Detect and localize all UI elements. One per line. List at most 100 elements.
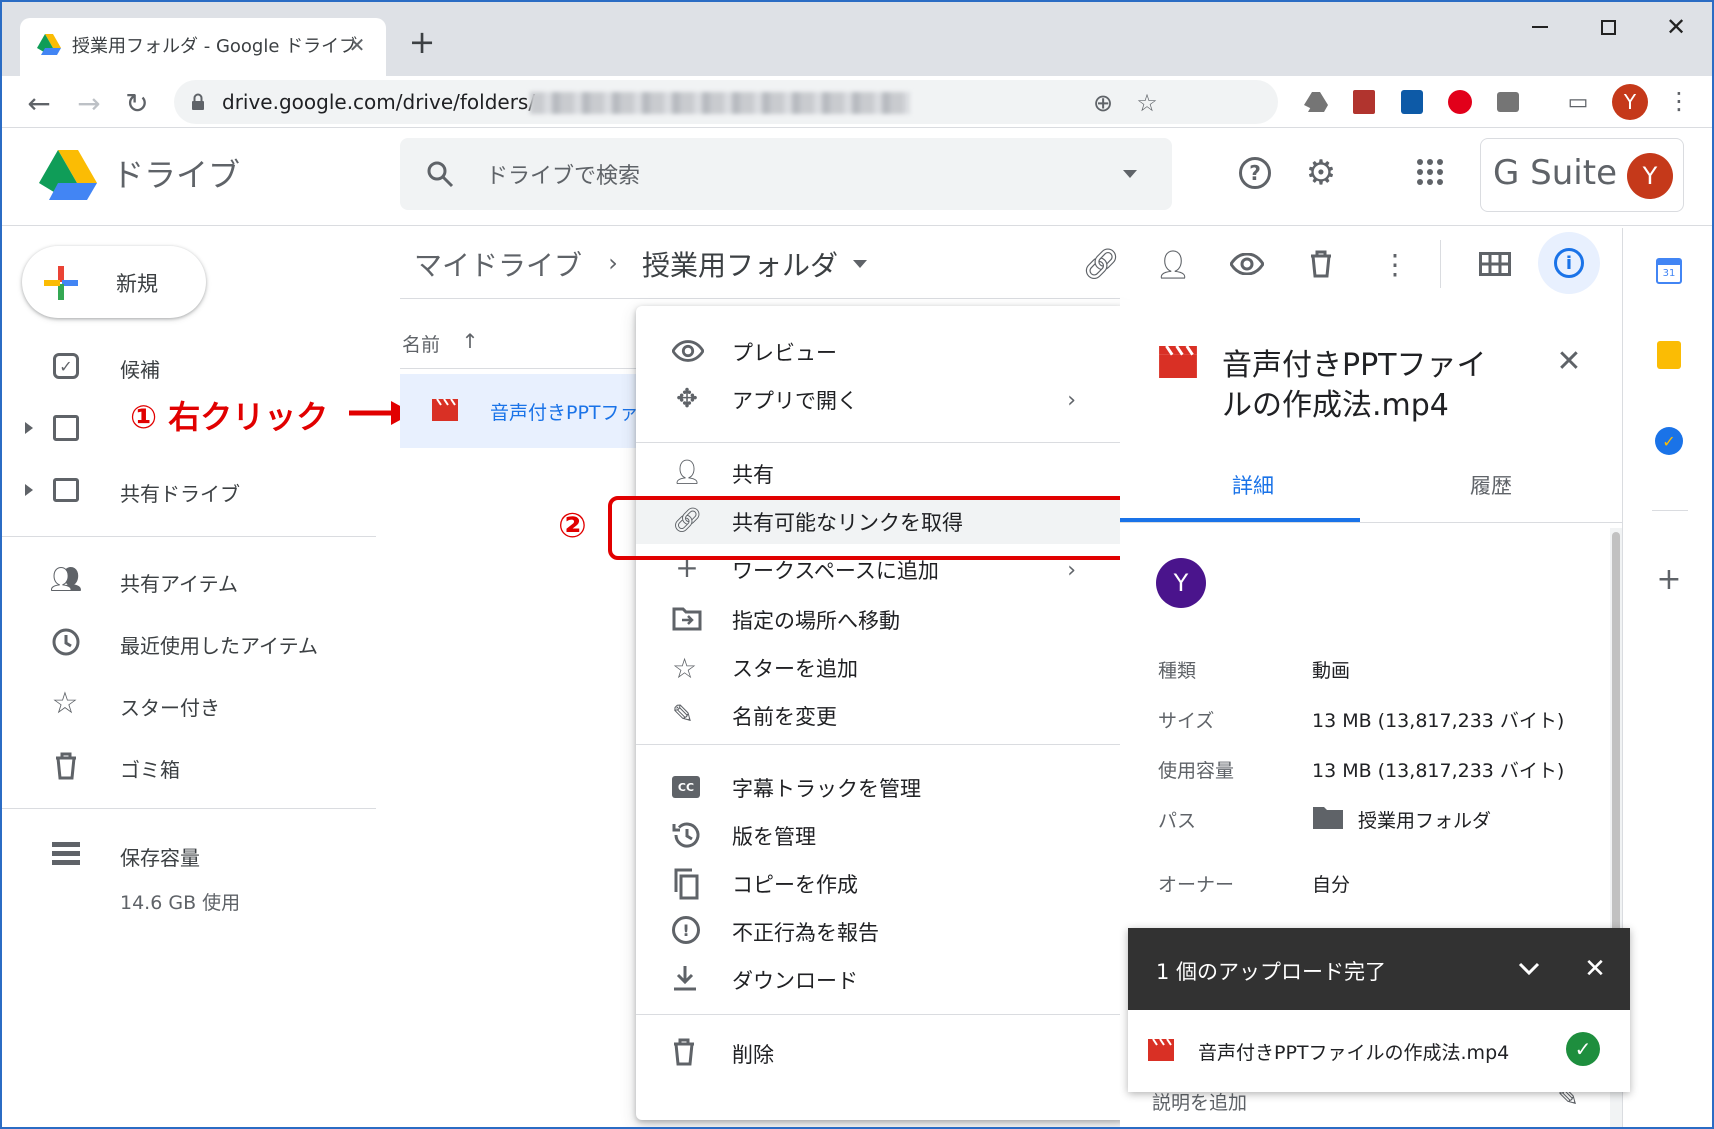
new-tab-icon[interactable]: + — [402, 22, 442, 62]
back-icon[interactable]: ← — [22, 86, 56, 120]
cast-icon[interactable]: ▭ — [1564, 88, 1592, 116]
toolbar-divider — [1440, 240, 1441, 288]
uploaded-file-name[interactable]: 音声付きPPTファイルの作成法.mp4 — [1198, 1038, 1509, 1065]
search-options-icon[interactable] — [1116, 162, 1144, 186]
security-extension-icon[interactable] — [1446, 88, 1474, 116]
menu-item-download[interactable]: ダウンロード — [636, 954, 1128, 1002]
report-icon: ! — [672, 916, 702, 946]
new-button-label: 新規 — [116, 272, 158, 296]
menu-item-make-copy[interactable]: コピーを作成 — [636, 858, 1128, 906]
menu-item-report-abuse[interactable]: ! 不正行為を報告 — [636, 906, 1128, 954]
menu-item-rename[interactable]: ✎ 名前を変更 — [636, 690, 1128, 738]
bookmark-star-icon[interactable]: ☆ — [1132, 88, 1162, 118]
close-toast-icon[interactable]: ✕ — [1578, 952, 1612, 986]
search-input[interactable]: ドライブで検索 — [486, 158, 640, 190]
move-to-folder-icon — [672, 604, 702, 634]
breadcrumb-root[interactable]: マイドライブ — [414, 244, 582, 284]
scrollbar-thumb[interactable] — [1612, 532, 1620, 932]
detail-value: 13 MB (13,817,233 バイト) — [1312, 760, 1565, 782]
tab-details[interactable]: 詳細 — [1232, 470, 1274, 500]
browser-tab[interactable]: 授業用フォルダ - Google ドライブ ✕ — [20, 18, 386, 76]
menu-item-label: 字幕トラックを管理 — [732, 777, 921, 801]
share-add-person-icon[interactable]: 👤︎ — [1152, 246, 1194, 282]
product-name: ドライブ — [112, 156, 241, 194]
drive-extension-icon[interactable] — [1302, 88, 1330, 116]
menu-item-label: 指定の場所へ移動 — [732, 609, 900, 633]
gsuite-account-chip[interactable]: G Suite Y — [1480, 138, 1684, 212]
zoom-icon[interactable]: ⊕ — [1088, 88, 1118, 118]
preview-eye-icon[interactable] — [1226, 246, 1268, 282]
maximize-icon[interactable] — [1588, 12, 1628, 42]
search-icon[interactable] — [422, 156, 458, 192]
menu-item-label: 不正行為を報告 — [732, 921, 879, 945]
folder-menu-dropdown-icon[interactable] — [850, 254, 870, 274]
menu-item-add-star[interactable]: ☆ スターを追加 — [636, 642, 1128, 690]
grid-view-icon[interactable] — [1474, 246, 1516, 282]
sort-column-header[interactable]: 名前 — [402, 330, 440, 357]
menu-item-move[interactable]: 指定の場所へ移動 — [636, 594, 1128, 642]
menu-item-share[interactable]: 👤︎ 共有 — [636, 448, 1128, 496]
new-button[interactable]: 新規 — [22, 246, 206, 318]
menu-item-delete[interactable]: 削除 — [636, 1028, 1128, 1076]
expand-arrow-icon[interactable] — [22, 480, 36, 500]
apps-grid-icon[interactable] — [1410, 152, 1450, 192]
menu-item-label: 共有 — [732, 463, 774, 487]
delete-icon[interactable] — [1300, 246, 1342, 282]
menu-item-label: プレビュー — [732, 341, 837, 365]
add-addon-icon[interactable]: + — [1652, 562, 1686, 597]
browser-menu-icon[interactable]: ⋮ — [1664, 86, 1694, 116]
sidebar-item-trash[interactable]: ゴミ箱 — [2, 738, 376, 794]
search-box[interactable]: ドライブで検索 — [400, 138, 1172, 210]
address-bar[interactable]: drive.google.com/drive/folders/ ⊕ ☆ — [174, 80, 1278, 124]
details-title-line2: ルの作成法.mp4 — [1222, 388, 1449, 423]
close-details-icon[interactable]: ✕ — [1552, 344, 1586, 379]
sort-arrow-up-icon[interactable]: ↑ — [458, 328, 482, 354]
detail-key: パス — [1158, 810, 1197, 832]
sidebar-item-recent[interactable]: 最近使用したアイテム — [2, 614, 376, 670]
tab-history[interactable]: 履歴 — [1470, 470, 1512, 500]
pdf-extension-icon[interactable] — [1350, 88, 1378, 116]
sidebar-item-shared-drives[interactable]: 共有ドライブ — [2, 462, 376, 518]
expand-arrow-icon[interactable] — [22, 418, 36, 438]
account-avatar[interactable]: Y — [1627, 153, 1673, 199]
window-close-icon[interactable]: ✕ — [1656, 12, 1696, 42]
menu-item-manage-versions[interactable]: 版を管理 — [636, 810, 1128, 858]
keep-icon[interactable] — [1652, 338, 1686, 372]
detail-value[interactable]: 授業用フォルダ — [1358, 806, 1491, 833]
upload-toast: 1 個のアップロード完了 ✕ 音声付きPPTファイルの作成法.mp4 ✓ — [1128, 928, 1630, 1092]
drive-logo-icon[interactable] — [38, 148, 98, 202]
add-description-field[interactable]: 説明を追加 — [1152, 1088, 1247, 1115]
close-tab-icon[interactable]: ✕ — [344, 32, 370, 58]
forward-icon[interactable]: → — [72, 86, 106, 120]
plus-colorful-icon — [44, 266, 78, 300]
help-icon[interactable]: ? — [1232, 150, 1278, 196]
info-icon[interactable]: i — [1538, 232, 1600, 294]
sidebar-item-shared-with-me[interactable]: 👥︎ 共有アイテム — [2, 552, 376, 608]
tasks-icon[interactable]: ✓ — [1652, 424, 1686, 458]
shared-drive-icon — [50, 474, 82, 506]
menu-item-preview[interactable]: プレビュー — [636, 326, 1128, 374]
collapse-chevron-icon[interactable] — [1512, 952, 1546, 986]
menu-item-manage-captions[interactable]: CC 字幕トラックを管理 — [636, 762, 1128, 810]
sidebar-item-label: 保存容量 — [120, 846, 200, 870]
minimize-icon[interactable] — [1520, 12, 1560, 42]
list-divider — [400, 298, 1120, 299]
settings-gear-icon[interactable]: ⚙ — [1298, 150, 1344, 196]
chat-extension-icon[interactable] — [1494, 88, 1522, 116]
calendar-icon[interactable]: 31 — [1652, 254, 1686, 288]
breadcrumb-current[interactable]: 授業用フォルダ — [642, 244, 838, 284]
sidebar-item-label: 候補 — [120, 358, 160, 382]
file-row-selected[interactable]: 音声付きPPTファ — [400, 374, 640, 448]
link-icon[interactable]: 🔗︎ — [1080, 246, 1122, 282]
reload-icon[interactable]: ↻ — [120, 86, 154, 120]
sidebar-item-starred[interactable]: ☆ スター付き — [2, 676, 376, 732]
more-options-icon[interactable]: ⋮ — [1374, 246, 1416, 282]
lock-extension-icon[interactable] — [1398, 88, 1426, 116]
upload-toast-header: 1 個のアップロード完了 ✕ — [1128, 928, 1630, 1010]
sidebar-item-priority[interactable]: ✓ 候補 — [2, 338, 376, 394]
menu-item-label: スターを追加 — [732, 657, 858, 681]
profile-avatar[interactable]: Y — [1612, 84, 1648, 120]
sidebar-item-storage[interactable]: 保存容量 — [2, 826, 376, 882]
menu-item-open-with[interactable]: ✥ アプリで開く › — [636, 374, 1128, 422]
video-file-icon — [430, 396, 460, 424]
